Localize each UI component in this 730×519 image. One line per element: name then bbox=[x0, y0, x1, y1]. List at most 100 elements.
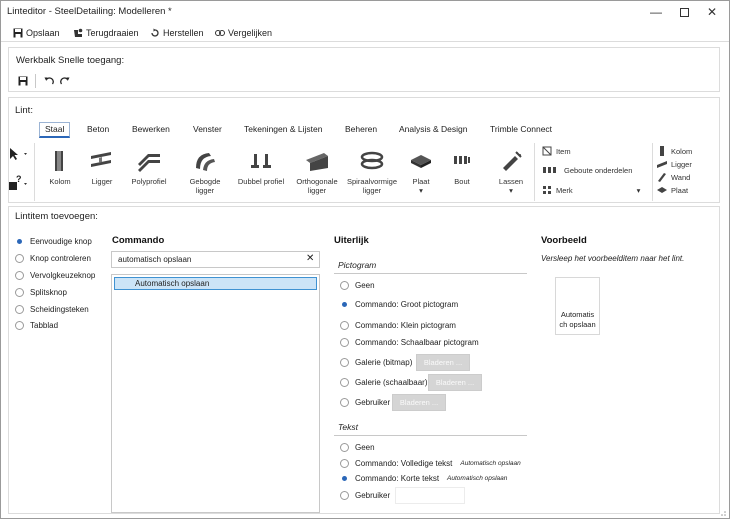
item-label: Item bbox=[556, 146, 571, 156]
bout-label: Bout bbox=[454, 177, 470, 186]
compare-icon bbox=[215, 30, 225, 36]
gebogde-ligger-button[interactable]: Gebogde ligger bbox=[185, 150, 225, 195]
maximize-icon[interactable] bbox=[671, 3, 697, 21]
type-radio-tabblad[interactable]: Tabblad bbox=[15, 321, 58, 330]
text-radio-geen[interactable]: Geen bbox=[340, 443, 375, 452]
type-radio-vervolgkeuzeknop[interactable]: Vervolgkeuzeknop bbox=[15, 271, 95, 280]
revert-button[interactable]: Terugdraaien bbox=[73, 26, 139, 40]
tab-tekeningen-lijsten[interactable]: Tekeningen & Lijsten bbox=[244, 124, 322, 139]
orthogonale-ligger-button[interactable]: Orthogonale ligger bbox=[291, 150, 343, 195]
minimize-icon[interactable]: — bbox=[643, 3, 669, 21]
radio-indicator bbox=[15, 254, 24, 263]
spiraalvormige-ligger-button[interactable]: Spiraalvormige ligger bbox=[343, 150, 401, 195]
preview-hint: Versleep het voorbeelditem naar het lint… bbox=[541, 254, 685, 263]
radio-label: Commando: Klein pictogram bbox=[355, 321, 456, 330]
plaat-small-button[interactable]: Plaat bbox=[657, 185, 688, 195]
type-radio-splitsknop[interactable]: Splitsknop bbox=[15, 288, 67, 297]
browse-bitmap-button[interactable]: Bladeren ... bbox=[416, 354, 470, 371]
text-radio-volledig[interactable]: Commando: Volledige tekst Automatisch ops… bbox=[340, 459, 521, 468]
plaat-dropdown-icon[interactable]: ▾ bbox=[419, 186, 423, 195]
gebogde-label-line2: ligger bbox=[195, 185, 215, 195]
bout-button[interactable]: Bout bbox=[447, 150, 477, 187]
radio-label: Splitsknop bbox=[30, 288, 67, 297]
list-item[interactable]: Automatisch opslaan bbox=[114, 277, 317, 290]
tab-analysis-design[interactable]: Analysis & Design bbox=[399, 124, 468, 139]
weld-icon bbox=[503, 151, 522, 171]
command-list[interactable]: Automatisch opslaan bbox=[111, 274, 320, 513]
divider bbox=[334, 435, 527, 436]
radio-label: Gebruiker bbox=[355, 491, 391, 500]
merk-dropdown-icon[interactable]: ▾ bbox=[637, 186, 641, 195]
browse-scalable-button[interactable]: Bladeren ... bbox=[428, 374, 482, 391]
undo-icon[interactable] bbox=[44, 76, 54, 86]
pictogram-radio-galerie-schaalbaar[interactable]: Galerie (schaalbaar) bbox=[340, 378, 427, 387]
revert-icon bbox=[74, 28, 83, 37]
resize-grip-icon[interactable] bbox=[717, 507, 727, 517]
radio-label: Tabblad bbox=[30, 321, 59, 330]
curved-beam-icon bbox=[196, 153, 215, 171]
redo-icon[interactable] bbox=[60, 76, 70, 86]
close-icon[interactable]: ✕ bbox=[699, 3, 725, 21]
preview-item-label-line1: Automatis bbox=[560, 310, 595, 319]
quick-access-label: Werkbalk Snelle toegang: bbox=[16, 55, 125, 66]
merk-label: Merk bbox=[556, 185, 573, 195]
radio-indicator bbox=[15, 288, 24, 297]
save-icon[interactable] bbox=[18, 76, 28, 86]
pictogram-radio-geen[interactable]: Geen bbox=[340, 281, 375, 290]
radio-indicator bbox=[15, 237, 24, 246]
list-item-label: Automatisch opslaan bbox=[135, 279, 210, 288]
pictogram-radio-gebruiker[interactable]: Gebruiker bbox=[340, 398, 390, 407]
type-radio-scheidingsteken[interactable]: Scheidingsteken bbox=[15, 305, 89, 314]
user-text-field[interactable] bbox=[395, 487, 465, 504]
preview-item[interactable]: Automatis ch opslaan bbox=[555, 277, 600, 335]
lassen-dropdown-icon[interactable]: ▾ bbox=[509, 186, 513, 195]
bolt-icon bbox=[454, 156, 470, 164]
tab-venster[interactable]: Venster bbox=[193, 124, 222, 139]
text-radio-gebruiker[interactable]: Gebruiker bbox=[340, 491, 390, 500]
tab-bewerken[interactable]: Bewerken bbox=[132, 124, 170, 139]
column-icon bbox=[55, 151, 63, 171]
select-arrow-icon[interactable] bbox=[8, 147, 30, 161]
kolom-button[interactable]: Kolom bbox=[45, 150, 75, 187]
command-header: Commando bbox=[112, 235, 165, 246]
unknown-command-icon[interactable]: ? bbox=[8, 175, 30, 191]
text-radio-kort[interactable]: Commando: Korte tekst Automatisch opslaan bbox=[340, 474, 507, 483]
lassen-button[interactable]: Lassen ▾ bbox=[495, 150, 527, 195]
radio-indicator bbox=[340, 358, 349, 367]
command-search-field[interactable]: automatisch opslaan ✕ bbox=[111, 251, 320, 268]
radio-label: Gebruiker bbox=[355, 398, 391, 407]
compare-button[interactable]: Vergelijken bbox=[215, 26, 272, 40]
save-button[interactable]: Opslaan bbox=[13, 26, 60, 40]
tab-staal[interactable]: Staal bbox=[39, 122, 71, 138]
tab-trimble-connect[interactable]: Trimble Connect bbox=[490, 124, 552, 139]
radio-indicator bbox=[15, 321, 24, 330]
ligger-small-label: Ligger bbox=[671, 159, 692, 169]
clear-search-icon[interactable]: ✕ bbox=[306, 253, 314, 264]
item-button[interactable]: Item bbox=[542, 146, 571, 156]
radio-indicator bbox=[340, 443, 349, 452]
merk-button[interactable]: Merk ▾ bbox=[542, 185, 640, 195]
ligger-label: Ligger bbox=[91, 177, 113, 186]
polyprofiel-button[interactable]: Polyprofiel bbox=[129, 150, 169, 187]
browse-user-button[interactable]: Bladeren ... bbox=[392, 394, 446, 411]
type-radio-eenvoudige-knop[interactable]: Eenvoudige knop bbox=[15, 237, 92, 246]
radio-label: Commando: Korte tekst bbox=[355, 474, 440, 483]
restore-button[interactable]: Herstellen bbox=[150, 26, 204, 40]
ligger-button[interactable]: Ligger bbox=[87, 150, 117, 187]
kolom-small-button[interactable]: Kolom bbox=[657, 146, 692, 156]
svg-text:?: ? bbox=[16, 175, 22, 184]
plaat-button[interactable]: Plaat ▾ bbox=[405, 150, 437, 195]
pictogram-radio-galerie-bitmap[interactable]: Galerie (bitmap) bbox=[340, 358, 412, 367]
pictogram-radio-schaalbaar[interactable]: Commando: Schaalbaar pictogram bbox=[340, 338, 479, 347]
text-header: Tekst bbox=[338, 422, 359, 432]
polybeam-icon bbox=[138, 154, 160, 172]
pictogram-radio-klein[interactable]: Commando: Klein pictogram bbox=[340, 321, 456, 330]
tab-beton[interactable]: Beton bbox=[87, 124, 109, 139]
pictogram-radio-groot[interactable]: Commando: Groot pictogram bbox=[340, 300, 458, 309]
geboute-onderdelen-button[interactable]: Geboute onderdelen bbox=[542, 165, 632, 175]
dubbel-profiel-button[interactable]: Dubbel profiel bbox=[233, 150, 289, 187]
ligger-small-button[interactable]: Ligger bbox=[657, 159, 692, 169]
wand-small-button[interactable]: Wand bbox=[657, 172, 690, 182]
tab-beheren[interactable]: Beheren bbox=[345, 124, 377, 139]
type-radio-knop-controleren[interactable]: Knop controleren bbox=[15, 254, 91, 263]
